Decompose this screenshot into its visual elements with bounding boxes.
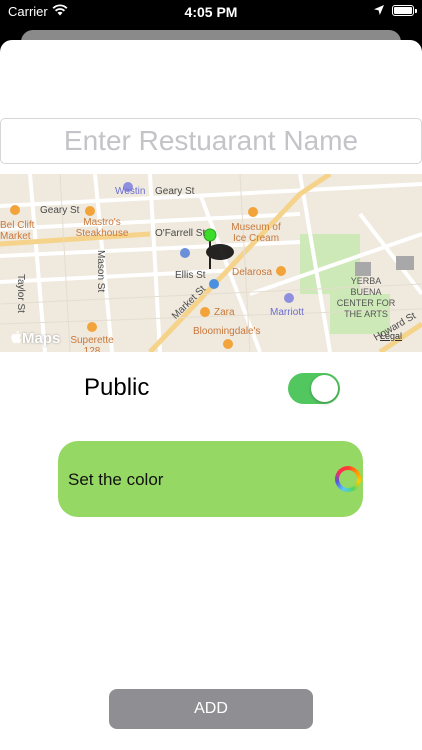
location-arrow-icon (374, 5, 384, 15)
map-label-westin: Westin (115, 186, 146, 197)
set-color-button[interactable]: Set the color (58, 441, 363, 517)
map-label-ellis: Ellis St (175, 270, 206, 281)
map-label-delarosa: Delarosa (232, 267, 273, 278)
public-label: Public (84, 374, 150, 401)
map-label-zara: Zara (214, 307, 235, 318)
legal-link[interactable]: Legal (380, 331, 402, 341)
status-bar: Carrier 4:05 PM (0, 0, 422, 24)
maps-brand-text: Maps (22, 330, 61, 347)
map-label-bel-clift: Bel Clift Market (0, 220, 35, 242)
clock: 4:05 PM (184, 4, 238, 20)
apple-logo-icon (11, 330, 22, 344)
restaurant-name-input[interactable] (0, 118, 422, 164)
battery-icon (392, 5, 417, 16)
color-wheel-icon[interactable] (335, 466, 361, 492)
map-view[interactable]: Westin Geary St Geary St O'Farrell St El… (0, 174, 422, 352)
add-button[interactable]: ADD (109, 689, 313, 729)
map-label-yerba-buena: YERBA BUENA CENTER FOR THE ARTS (336, 276, 396, 319)
set-color-label: Set the color (68, 470, 164, 489)
map-label-superette: Superette 128 (70, 335, 114, 352)
map-label-geary-west: Geary St (40, 205, 80, 216)
map-label-bloomingdales: Bloomingdale's (193, 326, 261, 337)
switch-knob (311, 375, 338, 402)
map-label-mastros: Mastro's Steakhouse (75, 217, 129, 239)
map-label-mason: Mason St (95, 250, 106, 293)
map-label-taylor: Taylor St (15, 274, 26, 313)
map-label-ofarrell: O'Farrell St (155, 228, 206, 239)
map-label-museum: Museum of Ice Cream (231, 222, 281, 244)
public-switch[interactable] (288, 373, 340, 404)
map-label-marriott: Marriott (270, 307, 304, 318)
apple-maps-logo: Maps (10, 330, 60, 347)
map-label-geary-east: Geary St (155, 186, 195, 197)
